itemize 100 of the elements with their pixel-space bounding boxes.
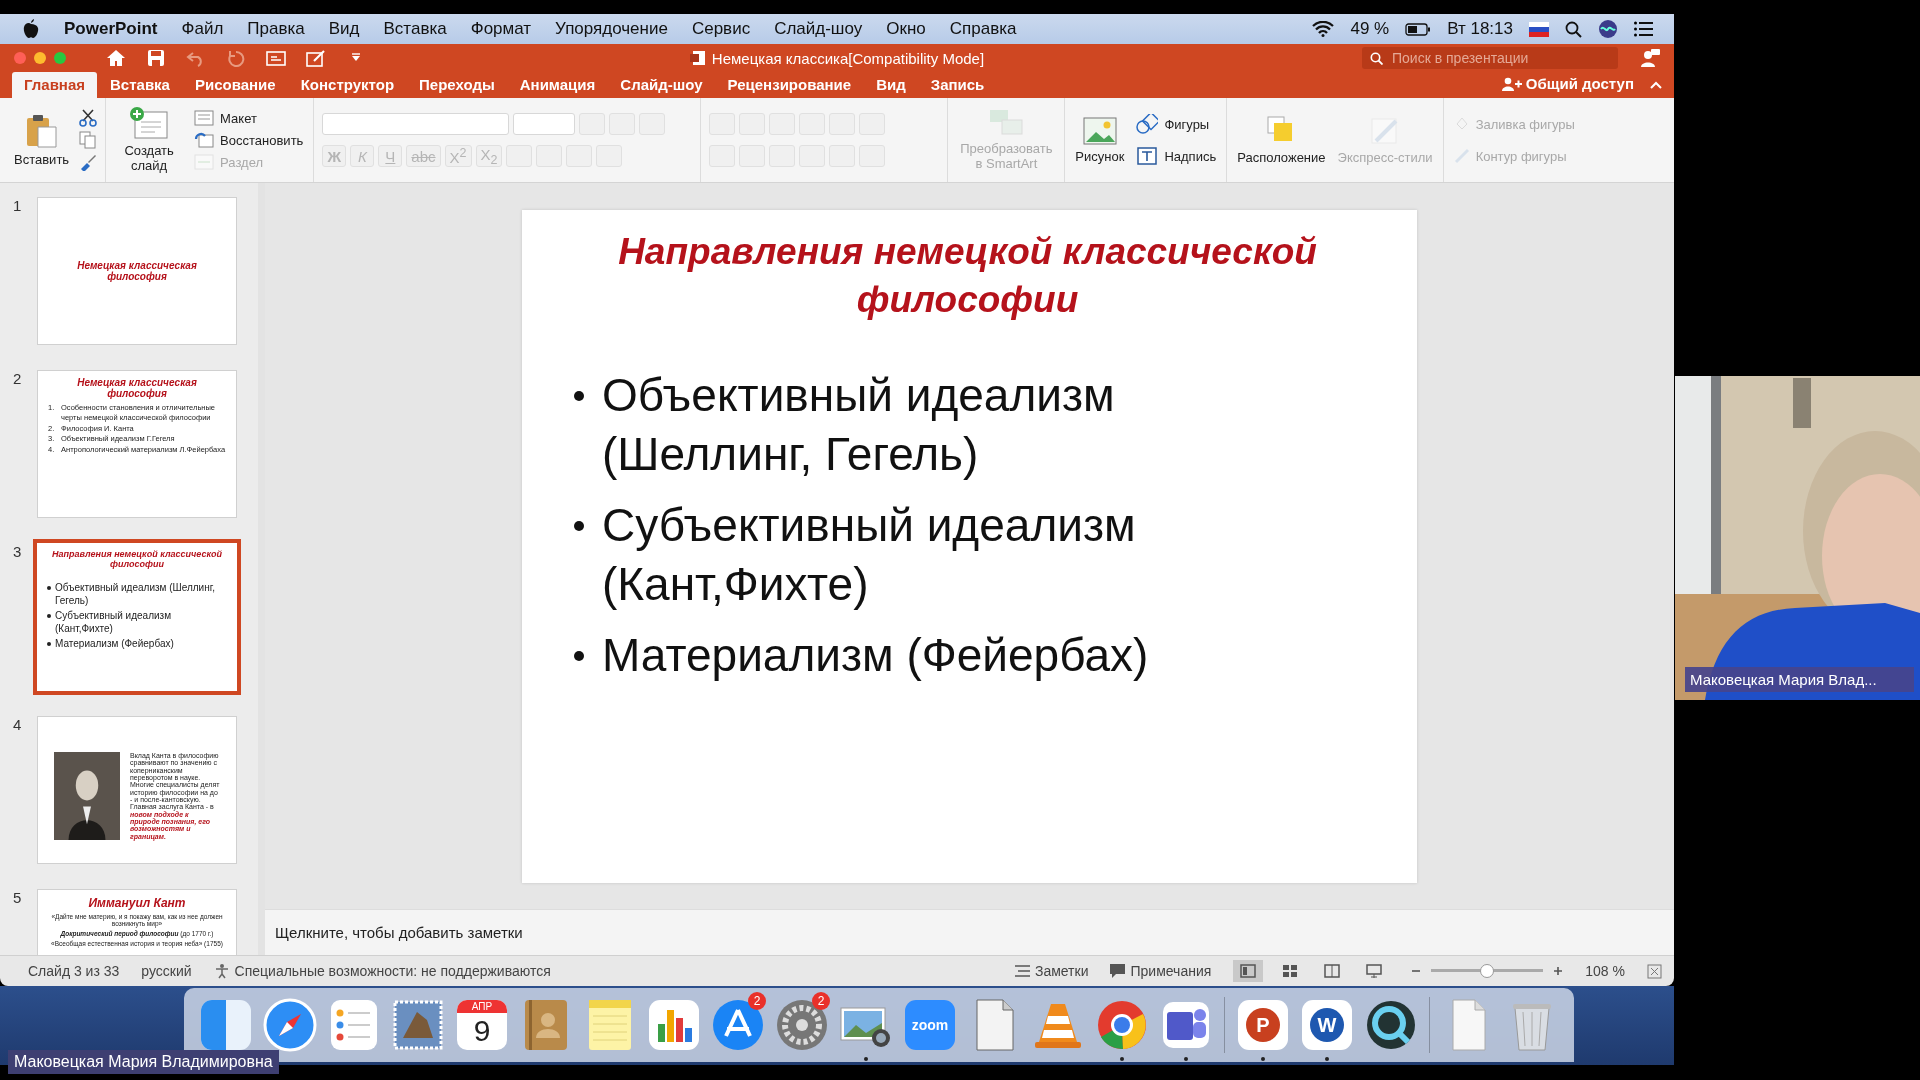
slide-thumbnail[interactable] — [37, 370, 237, 518]
app-icon[interactable]: W — [1302, 1000, 1352, 1050]
flag-icon[interactable] — [1529, 21, 1549, 37]
view-icon — [1282, 964, 1299, 978]
layout-icon — [194, 110, 215, 126]
search-icon[interactable] — [1370, 52, 1383, 65]
accessibility-icon — [213, 963, 230, 979]
ribbon-tab[interactable]: Главная — [12, 72, 97, 98]
font-name-field[interactable] — [322, 113, 510, 135]
maximize-button[interactable] — [54, 52, 66, 64]
reset-button[interactable]: Восстановить — [192, 131, 306, 149]
bullet-icon — [47, 586, 51, 590]
view-button[interactable] — [1233, 960, 1264, 982]
calendar-month: АПР — [457, 1000, 507, 1013]
font-size-field[interactable] — [513, 113, 576, 135]
clock[interactable]: Вт 18:13 — [1447, 19, 1513, 39]
bullet-icon — [574, 651, 584, 661]
menu-item[interactable]: Вставка — [383, 19, 447, 39]
menu-item[interactable]: Справка — [949, 19, 1017, 39]
menu-item[interactable]: Правка — [247, 19, 305, 39]
badge: 2 — [812, 992, 830, 1010]
picture-button[interactable]: Рисунок — [1073, 113, 1127, 167]
speech-bubble-icon — [1110, 964, 1126, 978]
wifi-icon[interactable] — [1312, 21, 1335, 37]
list-item: Объективный идеализм (Шеллинг, Гегель) — [55, 581, 216, 607]
bullet-text: Объективный идеализм (Шеллинг, Гегель) — [602, 368, 1116, 482]
new-slide-button[interactable]: Создать слайд — [114, 104, 185, 176]
slide-thumbnail[interactable]: Направления немецкой классической философии Объективный идеализм (Шеллинг, Гегель) Субъективный идеализм (Кант,Фихте) Материализм (Фейербах) — [33, 539, 241, 695]
menu-item[interactable]: Формат — [470, 19, 532, 39]
battery-percent: 49 % — [1350, 19, 1390, 39]
slide-title: Иммануил Кант — [87, 896, 187, 910]
save-icon[interactable] — [146, 49, 166, 67]
search-field[interactable]: Поиск в презентации — [1362, 47, 1618, 69]
search-icon[interactable] — [1565, 20, 1582, 38]
slide-thumbnail[interactable] — [37, 716, 237, 864]
accessibility-button[interactable]: Специальные возможности: не поддерживаются — [213, 963, 551, 979]
ribbon-tab[interactable]: Запись — [918, 72, 997, 98]
slide-icon[interactable] — [266, 49, 286, 67]
arrange-button[interactable]: Расположение — [1235, 112, 1328, 168]
ribbon-tab[interactable]: Слайд-шоу — [608, 72, 715, 98]
bullet-text: Материализм (Фейербах) — [602, 628, 1149, 683]
layout-button[interactable]: Макет — [192, 109, 306, 127]
badge: 2 — [748, 992, 766, 1010]
ribbon-tab[interactable]: Вставка — [98, 72, 182, 98]
app-icon[interactable]: P — [1238, 1000, 1288, 1050]
calendar-icon[interactable]: АПР 9 — [457, 1000, 507, 1050]
paste-button[interactable]: Вставить — [12, 110, 72, 170]
notes-button[interactable]: Заметки — [1014, 963, 1089, 979]
new-slide-icon — [129, 106, 170, 141]
menu-item[interactable]: Окно — [886, 19, 926, 39]
edit-icon[interactable] — [306, 49, 326, 67]
slide-title: Немецкая классическая философия — [76, 377, 198, 399]
view-icon — [1366, 964, 1383, 978]
window-title: Немецкая классика[Compatibility Mode] — [711, 49, 985, 67]
language-label[interactable]: русский — [141, 963, 192, 979]
assistant-icon[interactable] — [1598, 19, 1618, 39]
apple-icon[interactable] — [22, 19, 40, 39]
ribbon-tab[interactable]: Анимация — [507, 72, 608, 98]
menu-item[interactable]: Сервис — [691, 19, 751, 39]
list-item: Материализм (Фейербах) — [55, 637, 174, 650]
ribbon-tab[interactable]: Переходы — [407, 72, 507, 98]
battery-icon[interactable] — [1405, 22, 1432, 36]
minimize-button[interactable] — [34, 52, 46, 64]
redo-icon[interactable] — [226, 49, 246, 67]
home-icon[interactable] — [106, 49, 126, 67]
ribbon-tab[interactable]: Вид — [864, 72, 918, 98]
shapes-button[interactable]: Фигуры — [1134, 113, 1219, 135]
bullet-icon — [574, 391, 584, 401]
bullet-text: Субъективный идеализм (Кант,Фихте) — [602, 498, 1137, 612]
comments-button[interactable]: Примечания — [1110, 963, 1212, 979]
zoom-percent[interactable]: 108 % — [1585, 963, 1625, 979]
reset-icon — [194, 132, 215, 148]
menu-item[interactable]: Файл — [181, 19, 224, 39]
brush-icon[interactable] — [79, 153, 98, 171]
slide-number: 4 — [12, 716, 23, 733]
notes-field[interactable]: Щелкните, чтобы добавить заметки — [265, 909, 1674, 955]
paste-icon — [24, 112, 59, 149]
app-menu[interactable]: PowerPoint — [64, 19, 158, 39]
slide-thumbnail[interactable]: Немецкая классическая философия — [37, 197, 237, 345]
picture-icon — [1082, 115, 1117, 146]
share-button[interactable]: Общий доступ — [1495, 74, 1640, 93]
slide-number: 2 — [12, 370, 23, 387]
scissors-icon[interactable] — [79, 109, 98, 127]
slide-number: 3 — [12, 543, 23, 560]
collapse-icon[interactable] — [1650, 81, 1662, 89]
zoom-in-icon[interactable] — [1553, 966, 1564, 976]
menu-item[interactable]: Упорядочение — [555, 19, 668, 39]
ribbon-tab[interactable]: Рисование — [182, 72, 288, 98]
letter-tile: P — [1246, 1008, 1280, 1042]
menu-item[interactable]: Вид — [328, 19, 360, 39]
participant-name: Маковецкая Мария Влад... — [1685, 667, 1914, 692]
ribbon-tab[interactable]: Конструктор — [288, 72, 407, 98]
bullet-icon — [574, 521, 584, 531]
person-icon[interactable] — [1640, 48, 1660, 68]
fit-icon[interactable] — [1647, 963, 1662, 979]
compass-icon[interactable] — [261, 996, 319, 1054]
menu-item[interactable]: Слайд-шоу — [774, 19, 863, 39]
textbox-button[interactable]: Надпись — [1134, 145, 1219, 167]
ribbon-tab[interactable]: Рецензирование — [715, 72, 864, 98]
list-icon[interactable] — [1634, 21, 1654, 37]
